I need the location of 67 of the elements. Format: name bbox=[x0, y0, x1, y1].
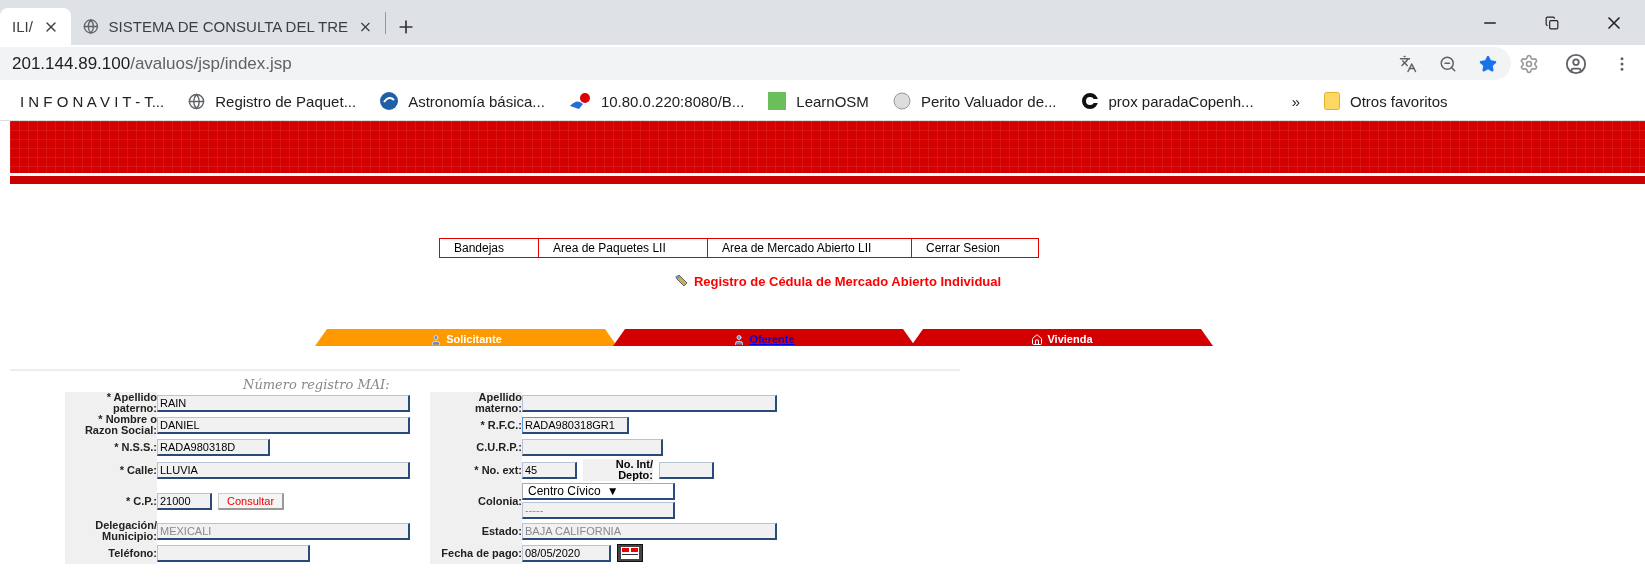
field-label: * Calle: bbox=[119, 464, 157, 476]
input-field[interactable] bbox=[522, 394, 777, 412]
bookmark[interactable]: Astronomía básica... bbox=[380, 92, 545, 110]
field-label: No. Int/ Depto: bbox=[583, 459, 653, 481]
person-icon bbox=[733, 334, 746, 346]
restore-icon[interactable] bbox=[1545, 15, 1559, 30]
field-label: * Nombre o Razon Social: bbox=[83, 414, 157, 436]
calendar-icon[interactable] bbox=[617, 544, 643, 562]
browser-tab[interactable]: ILI/ bbox=[0, 8, 71, 45]
field-label: Delegación/ Municipio: bbox=[94, 520, 157, 542]
overflow-button[interactable]: » bbox=[1291, 92, 1300, 110]
browser-tab[interactable]: SISTEMA DE CONSULTA DEL TRE bbox=[70, 8, 385, 45]
alert-icon bbox=[568, 92, 591, 110]
profile-icon[interactable] bbox=[1565, 52, 1587, 75]
person-icon bbox=[430, 334, 443, 346]
page-title: Registro de Cédula de Mercado Abierto Individual bbox=[693, 274, 1002, 289]
input-field[interactable]: 21000 bbox=[157, 492, 212, 510]
input-field[interactable]: RAIN bbox=[157, 394, 410, 412]
bookmark[interactable]: LearnOSM bbox=[768, 92, 869, 110]
folder-icon bbox=[1323, 92, 1340, 110]
section-tab[interactable]: Vivienda bbox=[911, 329, 1213, 346]
globe-icon bbox=[188, 92, 206, 110]
nav-link[interactable]: Cerrar Sesion bbox=[911, 238, 1039, 258]
zoom-out-icon[interactable] bbox=[1439, 54, 1457, 73]
registro-label: Número registro MAI: bbox=[243, 377, 391, 392]
house-icon bbox=[1031, 334, 1044, 346]
select-field[interactable]: Centro Cívico ▼ bbox=[522, 483, 675, 500]
nav-link[interactable]: Bandejas bbox=[439, 238, 539, 258]
input-field[interactable]: RADA980318GR1 bbox=[522, 416, 629, 434]
bookmark[interactable]: I N F O N A V I T - T... bbox=[20, 92, 165, 110]
star-icon[interactable] bbox=[1479, 54, 1497, 73]
input-field[interactable]: DANIEL bbox=[157, 416, 410, 434]
globe-icon bbox=[82, 18, 99, 35]
consult-button[interactable]: Consultar bbox=[218, 492, 285, 510]
input-field[interactable]: LLUVIA bbox=[157, 461, 410, 479]
input-field[interactable]: 45 bbox=[522, 461, 577, 479]
field-label: Fecha de pago: bbox=[441, 547, 522, 559]
field-label: * C.P.: bbox=[126, 495, 157, 507]
field-label: Colonia: bbox=[478, 495, 522, 507]
field-label: * No. ext: bbox=[474, 464, 522, 476]
ring-icon bbox=[1080, 92, 1099, 110]
swirl-icon bbox=[380, 92, 399, 110]
translate-icon[interactable] bbox=[1399, 54, 1417, 73]
input-field[interactable] bbox=[522, 438, 663, 456]
field-label: C.U.R.P.: bbox=[476, 441, 522, 453]
pencil-icon bbox=[673, 274, 688, 289]
address-bar[interactable]: 201.144.89.100/avaluos/jsp/index.jsp bbox=[0, 47, 1511, 80]
input-field[interactable]: RADA980318D bbox=[157, 438, 270, 456]
bookmark-folder[interactable]: Otros favoritos bbox=[1323, 92, 1448, 110]
field-label: Estado: bbox=[481, 525, 522, 537]
field-label: Apellido materno: bbox=[473, 392, 522, 414]
bookmark[interactable]: Perito Valuador de... bbox=[892, 92, 1057, 110]
field-label: Teléfono: bbox=[108, 547, 157, 559]
input-field[interactable] bbox=[157, 544, 310, 562]
nav-link[interactable]: Area de Paquetes LII bbox=[538, 238, 708, 258]
nav-link[interactable]: Area de Mercado Abierto LII bbox=[707, 238, 912, 258]
field-label: * R.F.C.: bbox=[480, 419, 522, 431]
seal-icon bbox=[892, 92, 911, 110]
bookmark[interactable]: Registro de Paquet... bbox=[188, 92, 357, 110]
field-label: * N.S.S.: bbox=[114, 441, 157, 453]
bookmark[interactable]: prox paradaCopenh... bbox=[1080, 92, 1254, 110]
input-field[interactable] bbox=[659, 461, 714, 479]
bookmark[interactable]: 10.80.0.220:8080/B... bbox=[568, 92, 745, 110]
input-field[interactable]: 08/05/2020 bbox=[522, 544, 611, 562]
square-icon bbox=[768, 92, 787, 110]
field-label: * Apellido paterno: bbox=[105, 392, 157, 414]
extension-icon[interactable] bbox=[1519, 53, 1539, 74]
